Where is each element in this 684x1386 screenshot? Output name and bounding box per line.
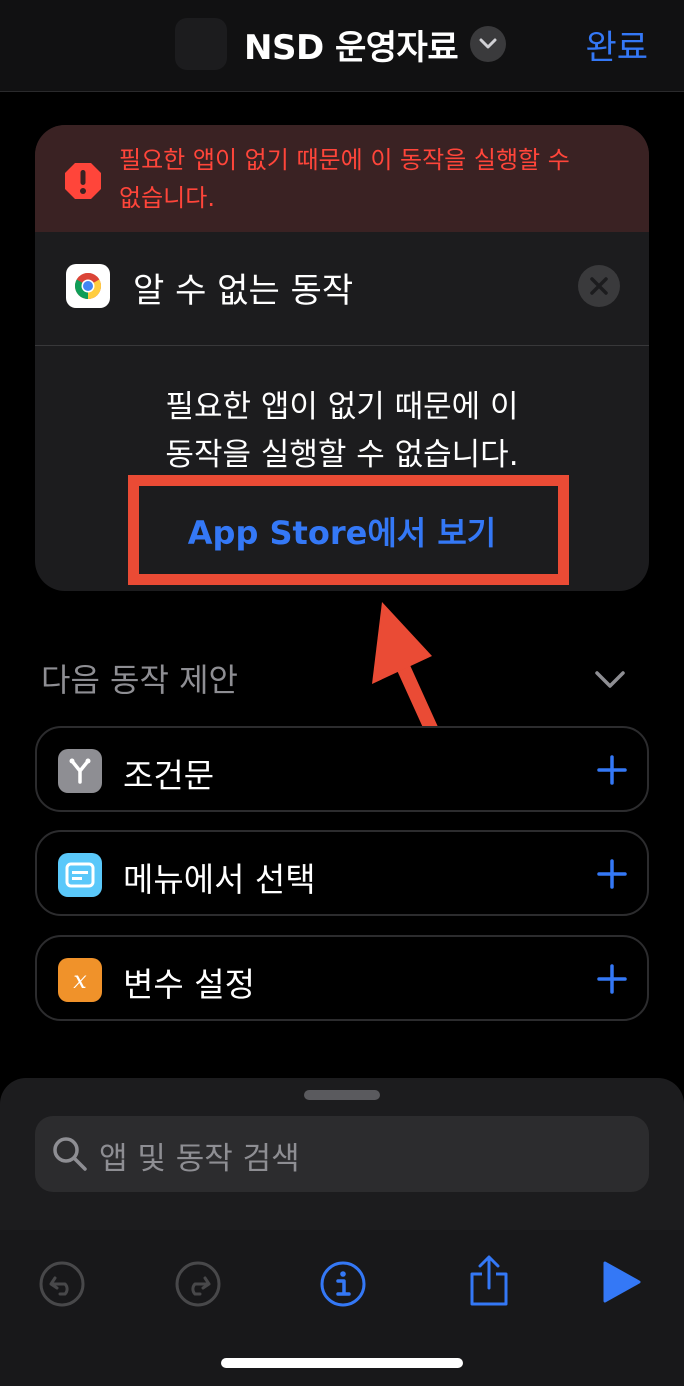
chrome-app-icon bbox=[66, 264, 110, 308]
remove-action-button[interactable] bbox=[578, 265, 620, 307]
shortcut-title[interactable]: NSD 운영자료 bbox=[244, 20, 459, 69]
done-button[interactable]: 완료 bbox=[585, 20, 648, 69]
error-octagon-icon bbox=[65, 163, 101, 199]
navigation-bar: NSD 운영자료 완료 bbox=[0, 0, 684, 92]
add-icon[interactable] bbox=[597, 859, 627, 889]
collapse-chevron-icon[interactable] bbox=[594, 670, 626, 690]
highlight-annotation-box bbox=[128, 475, 569, 585]
unavailable-message-line-1: 필요한 앱이 없기 때문에 이 bbox=[165, 389, 519, 425]
add-icon[interactable] bbox=[597, 755, 627, 785]
close-icon bbox=[590, 277, 608, 295]
action-title: 알 수 없는 동작 bbox=[133, 271, 354, 311]
suggestion-item[interactable]: 메뉴에서 선택 bbox=[35, 830, 649, 916]
variable-x-icon: x bbox=[58, 958, 102, 1002]
title-menu-chevron-icon[interactable] bbox=[470, 26, 506, 62]
suggestion-label: 메뉴에서 선택 bbox=[123, 860, 316, 899]
suggestion-item[interactable]: 조건문 bbox=[35, 726, 649, 812]
svg-text:x: x bbox=[73, 966, 87, 994]
error-banner: 필요한 앱이 없기 때문에 이 동작을 실행할 수 없습니다. bbox=[35, 125, 649, 232]
branch-icon bbox=[58, 749, 102, 793]
unavailable-message: 필요한 앱이 없기 때문에 이 동작을 실행할 수 없습니다. bbox=[35, 383, 649, 479]
unavailable-message-line-2: 동작을 실행할 수 없습니다. bbox=[165, 437, 519, 473]
run-play-icon[interactable] bbox=[602, 1260, 642, 1304]
redo-icon[interactable] bbox=[174, 1260, 222, 1308]
info-icon[interactable] bbox=[319, 1260, 367, 1308]
actions-sheet: 앱 및 동작 검색 bbox=[0, 1078, 684, 1386]
menu-icon bbox=[58, 853, 102, 897]
suggestion-item[interactable]: x 변수 설정 bbox=[35, 935, 649, 1021]
suggestions-title: 다음 동작 제안 bbox=[41, 661, 238, 699]
sheet-grabber[interactable] bbox=[304, 1090, 380, 1100]
shortcut-icon[interactable] bbox=[175, 18, 227, 70]
error-message: 필요한 앱이 없기 때문에 이 동작을 실행할 수 없습니다. bbox=[119, 146, 570, 212]
search-input[interactable]: 앱 및 동작 검색 bbox=[35, 1116, 649, 1192]
search-placeholder: 앱 및 동작 검색 bbox=[99, 1141, 300, 1177]
suggestion-label: 조건문 bbox=[123, 756, 215, 795]
undo-icon[interactable] bbox=[38, 1260, 86, 1308]
share-icon[interactable] bbox=[466, 1254, 512, 1308]
home-indicator bbox=[221, 1358, 463, 1368]
suggestion-label: 변수 설정 bbox=[123, 965, 255, 1004]
bottom-toolbar bbox=[0, 1230, 684, 1386]
add-icon[interactable] bbox=[597, 964, 627, 994]
search-icon bbox=[53, 1137, 87, 1171]
